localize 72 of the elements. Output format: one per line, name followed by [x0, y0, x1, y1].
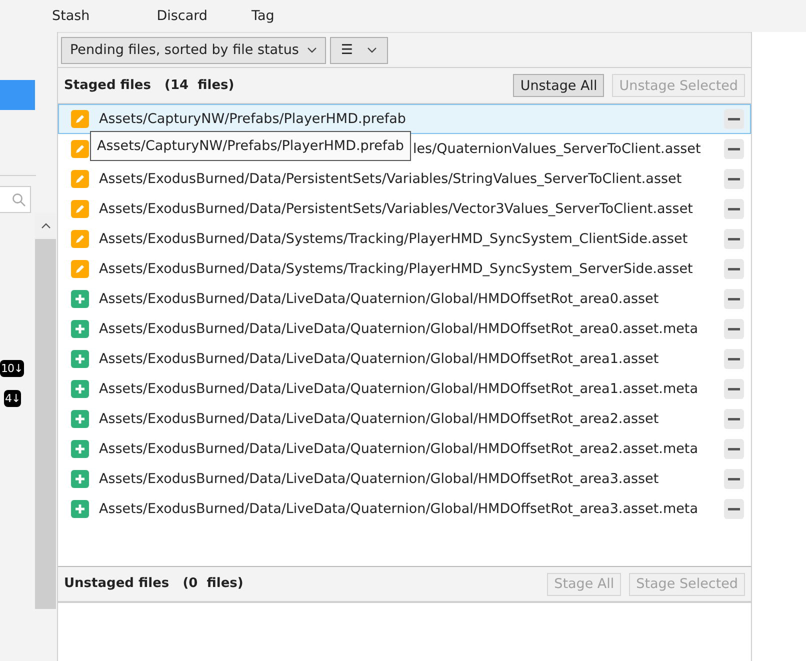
tooltip: Assets/CapturyNW/Prefabs/PlayerHMD.prefab: [90, 130, 411, 162]
file-row[interactable]: Assets/ExodusBurned/Data/LiveData/Quaternion/Global/HMDOffsetRot_area3.asset: [58, 464, 751, 494]
view-menu-button[interactable]: ☰: [330, 36, 388, 64]
search-icon: [12, 192, 26, 206]
file-row[interactable]: Assets/ExodusBurned/Data/Systems/Tracking/PlayerHMD_SyncSystem_ClientSide.asset: [58, 224, 751, 254]
scrollbar[interactable]: [35, 213, 56, 609]
file-row[interactable]: Assets/ExodusBurned/Data/LiveData/Quaternion/Global/HMDOffsetRot_area1.asset: [58, 344, 751, 374]
minus-icon: [728, 358, 740, 360]
file-row[interactable]: Assets/ExodusBurned/Data/Systems/Tracking/PlayerHMD_SyncSystem_ServerSide.asset: [58, 254, 751, 284]
caret-icon: [367, 47, 378, 53]
unstage-button[interactable]: [724, 199, 744, 219]
view-dropdown[interactable]: Pending files, sorted by file status: [61, 36, 326, 64]
unstage-button[interactable]: [724, 139, 744, 159]
plus-icon: [71, 410, 89, 428]
file-row[interactable]: Assets/ExodusBurned/Data/LiveData/Quaternion/Global/HMDOffsetRot_area2.asset.meta: [58, 434, 751, 464]
file-row[interactable]: Assets/ExodusBurned/Data/LiveData/Quaternion/Global/HMDOffsetRot_area0.asset.meta: [58, 314, 751, 344]
scroll-up-icon[interactable]: [40, 223, 50, 229]
toolbar-button[interactable]: Discard: [156, 6, 208, 26]
file-row[interactable]: Assets/CapturyNW/Prefabs/PlayerHMD.prefab: [58, 104, 751, 134]
count-badge: 10↓: [0, 360, 24, 377]
plus-icon: [71, 290, 89, 308]
minus-icon: [728, 418, 740, 420]
minus-icon: [728, 478, 740, 480]
unstage-button[interactable]: [724, 109, 744, 129]
minus-icon: [728, 178, 740, 180]
pencil-icon: [71, 110, 89, 128]
pencil-icon: [71, 140, 89, 158]
count-badge: 4↓: [4, 390, 22, 407]
pencil-icon: [71, 260, 89, 278]
minus-icon: [728, 448, 740, 450]
minus-icon: [728, 268, 740, 270]
unstage-button[interactable]: [724, 349, 744, 369]
minus-icon: [728, 298, 740, 300]
minus-icon: [728, 328, 740, 330]
minus-icon: [728, 148, 740, 150]
minus-icon: [728, 388, 740, 390]
plus-icon: [71, 350, 89, 368]
unstage-button[interactable]: [724, 379, 744, 399]
file-row[interactable]: Assets/ExodusBurned/Data/LiveData/Quaternion/Global/HMDOffsetRot_area1.asset.meta: [58, 374, 751, 404]
file-row[interactable]: Assets/ExodusBurned/Data/LiveData/Quaternion/Global/HMDOffsetRot_area2.asset: [58, 404, 751, 434]
minus-icon: [728, 118, 740, 120]
plus-icon: [71, 440, 89, 458]
toolbar-button[interactable]: Tag: [252, 6, 274, 26]
plus-icon: [71, 470, 89, 488]
minus-icon: [728, 208, 740, 210]
minus-icon: [728, 238, 740, 240]
toolbar-button[interactable]: Stash: [52, 6, 90, 26]
file-row[interactable]: Assets/ExodusBurned/Data/LiveData/Quaternion/Global/HMDOffsetRot_area3.asset.meta: [58, 494, 751, 524]
pencil-icon: [71, 170, 89, 188]
unstage-button[interactable]: [724, 319, 744, 339]
unstage-button[interactable]: [724, 499, 744, 519]
section-title: Staged files (14 files): [64, 76, 234, 95]
file-row[interactable]: Assets/ExodusBurned/Data/PersistentSets/Variables/Vector3Values_ServerToClient.asset: [58, 194, 751, 224]
unstage-button[interactable]: [724, 409, 744, 429]
pencil-icon: [71, 230, 89, 248]
search-field[interactable]: [0, 186, 31, 213]
unstage-button[interactable]: [724, 169, 744, 189]
file-row[interactable]: Assets/ExodusBurned/Data/PersistentSets/Variables/StringValues_ServerToClient.asset: [58, 164, 751, 194]
unstage-button[interactable]: [724, 439, 744, 459]
minus-icon: [728, 508, 740, 510]
plus-icon: [71, 500, 89, 518]
plus-icon: [71, 380, 89, 398]
file-row[interactable]: Assets/ExodusBurned/Data/LiveData/Quaternion/Global/HMDOffsetRot_area0.asset: [58, 284, 751, 314]
unstage-button[interactable]: [724, 229, 744, 249]
action-button[interactable]: Unstage All: [513, 74, 604, 97]
unstage-button[interactable]: [724, 469, 744, 489]
section-title: Unstaged files (0 files): [64, 575, 244, 594]
plus-icon: [71, 320, 89, 338]
unstage-button[interactable]: [724, 259, 744, 279]
unstage-button[interactable]: [724, 289, 744, 309]
caret-icon: [306, 47, 317, 53]
pencil-icon: [71, 200, 89, 218]
